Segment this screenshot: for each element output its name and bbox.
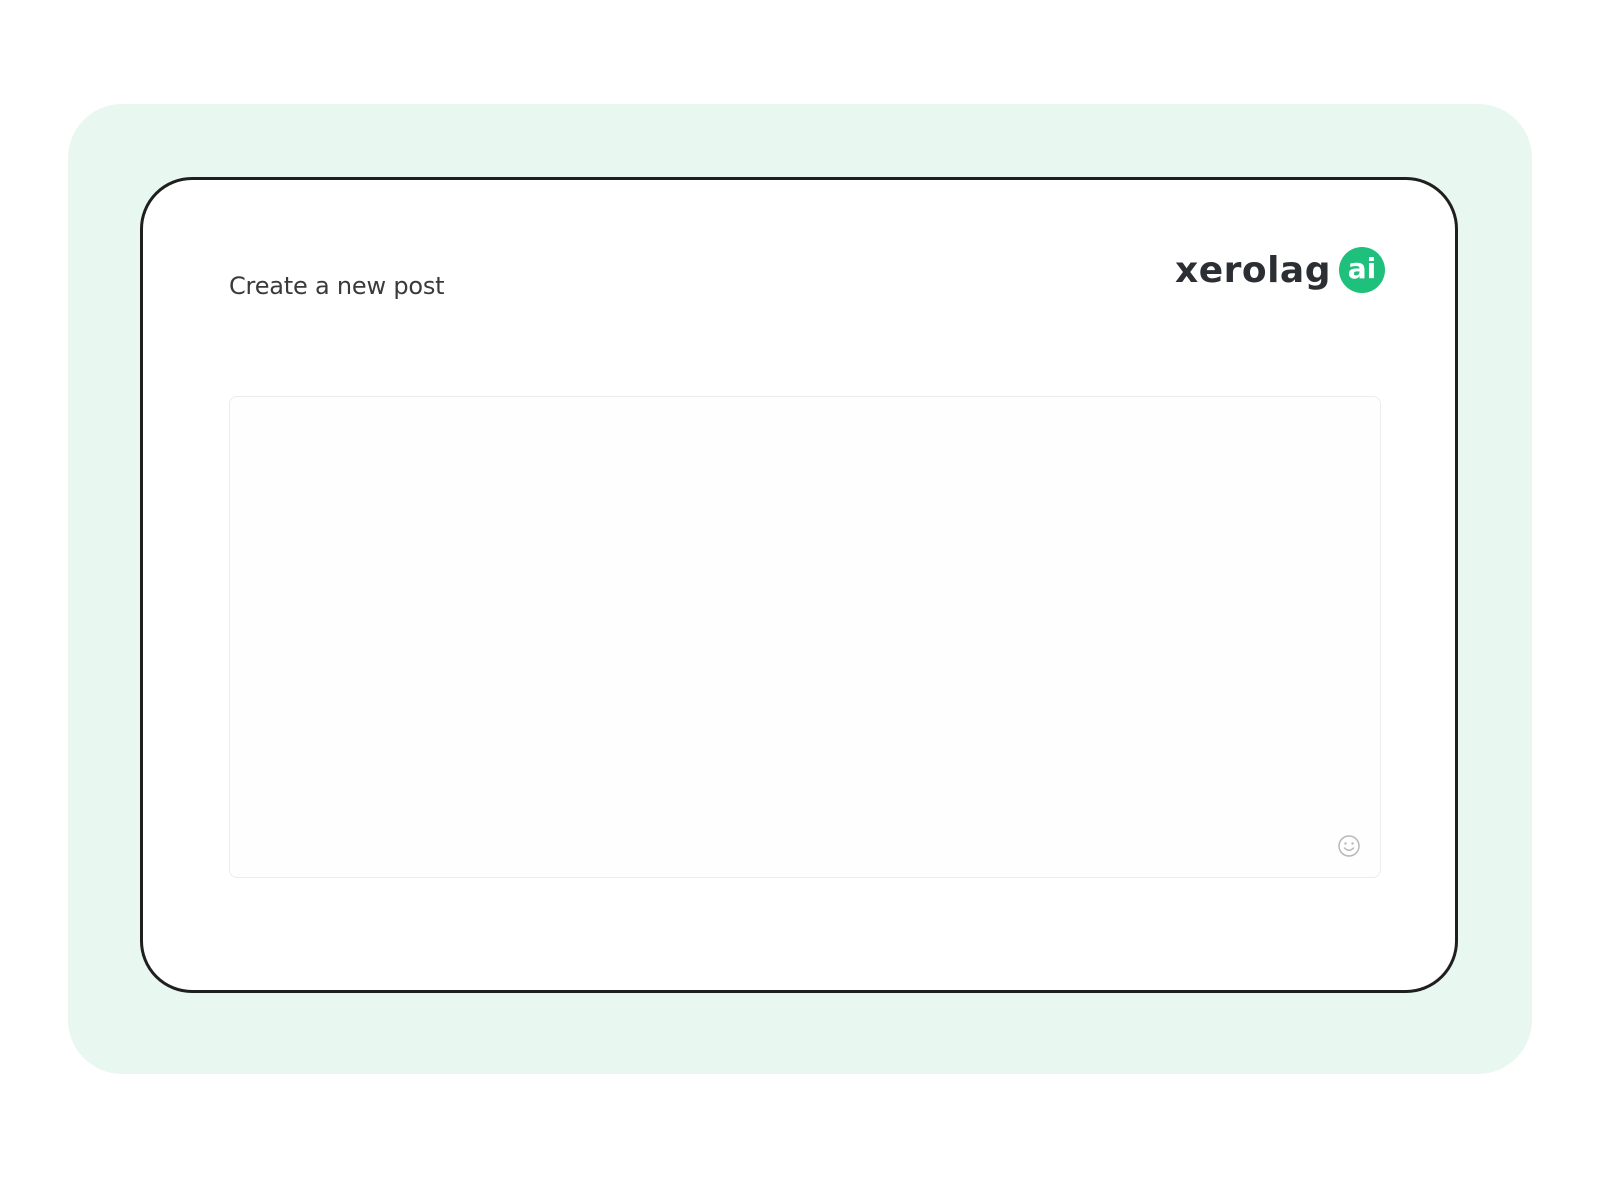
device-frame: Create a new post xerolag ai — [140, 177, 1458, 993]
stage: Create a new post xerolag ai — [0, 0, 1600, 1200]
emoji-button[interactable] — [1336, 833, 1362, 859]
brand-logo: xerolag ai — [1175, 247, 1385, 293]
brand-badge: ai — [1339, 247, 1385, 293]
smiley-icon — [1338, 835, 1360, 857]
page-title: Create a new post — [229, 272, 445, 300]
post-composer — [229, 396, 1381, 878]
brand-wordmark: xerolag — [1174, 249, 1331, 291]
post-content-input[interactable] — [230, 397, 1380, 877]
